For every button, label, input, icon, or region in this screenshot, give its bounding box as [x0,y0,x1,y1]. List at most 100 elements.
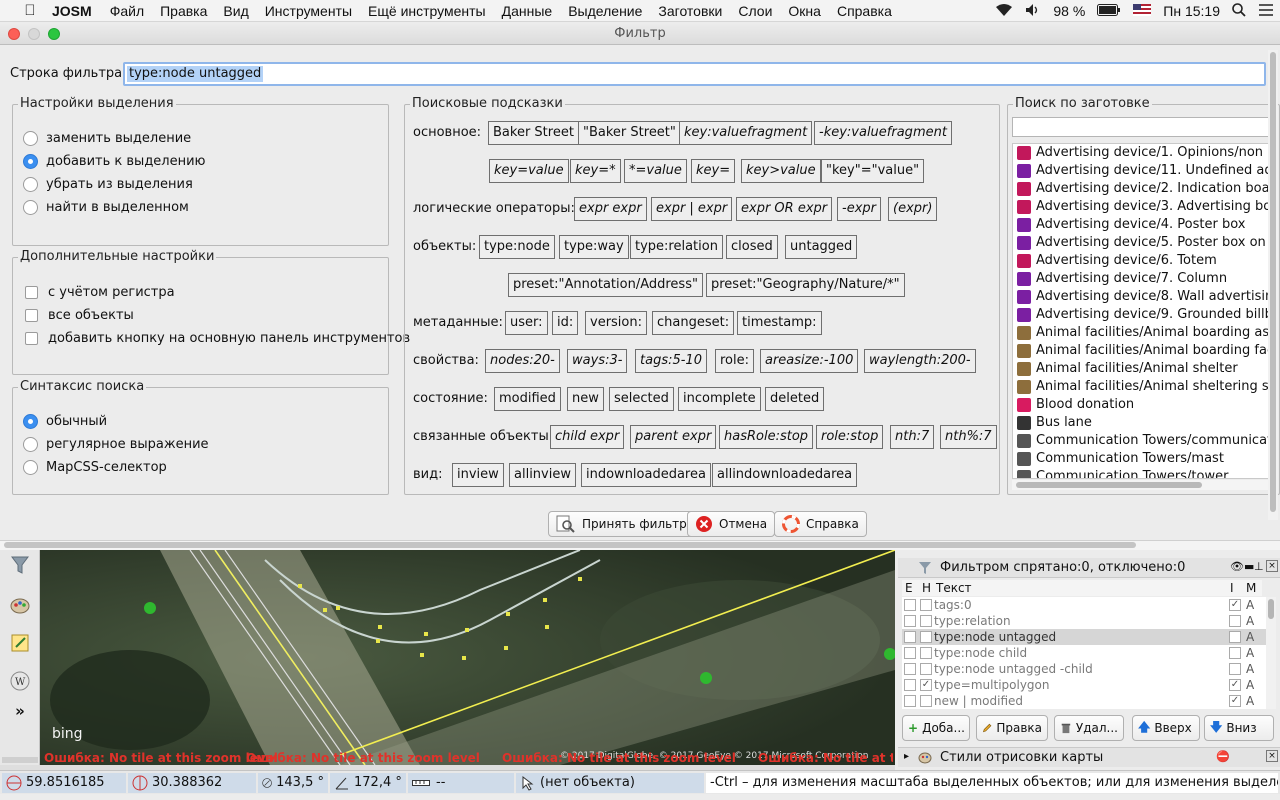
hint-key-valuefragment[interactable]: key:valuefragment [679,121,813,145]
preset-item[interactable]: Advertising device/9. Grounded billboar [1013,306,1271,324]
hint-ways[interactable]: ways:3- [567,349,628,373]
edit-filter-button[interactable]: Правка [976,715,1048,741]
menu-presets[interactable]: Заготовки [650,3,730,19]
hint-areasize[interactable]: areasize:-100 [760,349,859,373]
filter-row[interactable]: new | modified ✓ A [902,693,1266,709]
wifi-icon[interactable] [995,3,1013,20]
main-hscroll[interactable] [0,540,1280,550]
cancel-button[interactable]: Отмена [687,511,776,537]
hint-nth[interactable]: nth:7 [890,425,935,449]
panel-eye-icon[interactable]: 👁 [1230,560,1244,573]
hint-key-equals-value[interactable]: key=value [489,159,569,183]
map-paint-styles-icon[interactable] [9,594,31,616]
hint-role-stop[interactable]: role:stop [816,425,884,449]
preset-item[interactable]: Advertising device/7. Column [1013,270,1271,288]
hint-hasrole-stop[interactable]: hasRole:stop [719,425,814,449]
flag-icon[interactable] [1133,3,1152,19]
hint-type-relation[interactable]: type:relation [630,235,723,259]
radio-syntax-regex[interactable]: регулярное выражение [23,437,209,452]
filter-row[interactable]: tags:0 ✓ A [902,597,1266,613]
hint-type-way[interactable]: type:way [559,235,629,259]
clock[interactable]: Пн 15:19 [1163,3,1220,19]
hint-allindownloadedarea[interactable]: allindownloadedarea [712,463,858,487]
filter-inverted-checkbox[interactable] [1229,615,1241,627]
hint-indownloadedarea[interactable]: indownloadedarea [581,463,711,487]
radio-add-to-selection[interactable]: добавить к выделению [23,154,206,169]
menu-file[interactable]: Файл [102,3,152,19]
filter-table-vscroll[interactable] [1266,597,1276,709]
preset-item[interactable]: Advertising device/3. Advertising board [1013,198,1271,216]
hint-child-expr[interactable]: child expr [550,425,625,449]
filter-row[interactable]: type:node untagged A [902,629,1266,645]
wikipedia-icon[interactable]: W [9,670,31,692]
minimize-window-button[interactable] [28,28,40,40]
filter-enable-checkbox[interactable] [904,647,916,659]
hint-selected[interactable]: selected [609,387,674,411]
hint-tags[interactable]: tags:5-10 [635,349,707,373]
hint-modified[interactable]: modified [494,387,561,411]
map-styles-panel-header[interactable]: ▸ Стили отрисовки карты ⛔ × [898,747,1280,767]
scroll-thumb[interactable] [1016,482,1202,488]
filter-enable-checkbox[interactable] [904,695,916,707]
filter-enable-checkbox[interactable] [904,599,916,611]
hint-untagged[interactable]: untagged [785,235,858,259]
filter-inverted-checkbox[interactable]: ✓ [1229,679,1241,691]
menu-edit[interactable]: Правка [152,3,215,19]
apple-icon[interactable]:  [20,2,40,19]
radio-find-in-selection[interactable]: найти в выделенном [23,200,189,215]
scroll-thumb[interactable] [1268,599,1274,619]
filter-mode[interactable]: A [1246,597,1254,613]
hint-key-star[interactable]: key=* [570,159,621,183]
map-view[interactable]: bing © 2017 DigitalGlobe, © 2017 GeoEye … [40,550,895,765]
preset-list-hscroll[interactable] [1012,480,1272,490]
notes-edit-icon[interactable] [9,632,31,654]
col-e[interactable]: E [905,580,913,596]
filter-mode[interactable]: A [1246,693,1254,709]
checkbox-all-objects[interactable]: все объекты [25,308,134,323]
col-i[interactable]: I [1230,580,1234,596]
preset-item[interactable]: Advertising device/2. Indication board [1013,180,1271,198]
preset-item[interactable]: Animal facilities/Animal shelter [1013,360,1271,378]
scroll-thumb[interactable] [1270,52,1276,512]
filter-inverted-checkbox[interactable] [1229,663,1241,675]
hint-role[interactable]: role: [715,349,755,373]
hint-not-key-valuefragment[interactable]: -key:valuefragment [814,121,952,145]
hint-closed[interactable]: closed [726,235,778,259]
hint-version[interactable]: version: [585,311,647,335]
filter-string-input[interactable]: type:node untagged [123,62,1266,86]
filter-mode[interactable]: A [1246,629,1254,645]
preset-item[interactable]: Communication Towers/communications t [1013,432,1271,450]
preset-item[interactable]: Communication Towers/mast [1013,450,1271,468]
more-tools-icon[interactable]: » [9,702,31,724]
filter-inverted-checkbox[interactable] [1229,631,1241,643]
move-down-button[interactable]: 🡇 Вниз [1204,715,1274,741]
spotlight-icon[interactable] [1232,2,1246,20]
zoom-window-button[interactable] [48,28,60,40]
hint-preset-geography-nature[interactable]: preset:"Geography/Nature/*" [706,273,905,297]
hint-id[interactable]: id: [552,311,579,335]
hint-inview[interactable]: inview [452,463,504,487]
menu-more-tools[interactable]: Ещё инструменты [360,3,494,19]
hint-key-empty[interactable]: key= [691,159,736,183]
radio-replace-selection[interactable]: заменить выделение [23,131,191,146]
hint-type-node[interactable]: type:node [479,235,555,259]
filter-enable-checkbox[interactable] [904,679,916,691]
preset-item[interactable]: Animal facilities/Animal boarding as sec… [1013,324,1271,342]
hint-timestamp[interactable]: timestamp: [737,311,822,335]
filter-inverted-checkbox[interactable] [1229,647,1241,659]
preset-list[interactable]: Advertising device/1. Opinions/non prof A… [1012,143,1272,479]
hint-star-value[interactable]: *=value [624,159,687,183]
menu-tools[interactable]: Инструменты [257,3,360,19]
filter-row[interactable]: ✓ type=multipolygon ✓ A [902,677,1266,693]
filter-row[interactable]: type:relation A [902,613,1266,629]
help-button[interactable]: Справка [774,511,867,537]
dialog-vscroll[interactable] [1268,50,1278,520]
hint-expr-expr[interactable]: expr expr [574,197,647,221]
hint-expr-or-pipe[interactable]: expr | expr [651,197,733,221]
filter-hide-checkbox[interactable] [920,631,932,643]
hint-quoted-key-value[interactable]: "key"="value" [821,159,925,183]
filter-row[interactable]: type:node untagged -child A [902,661,1266,677]
filter-toggle-icon[interactable] [9,554,31,576]
preset-item[interactable]: Animal facilities/Animal sheltering serv… [1013,378,1271,396]
preset-item[interactable]: Bus lane [1013,414,1271,432]
